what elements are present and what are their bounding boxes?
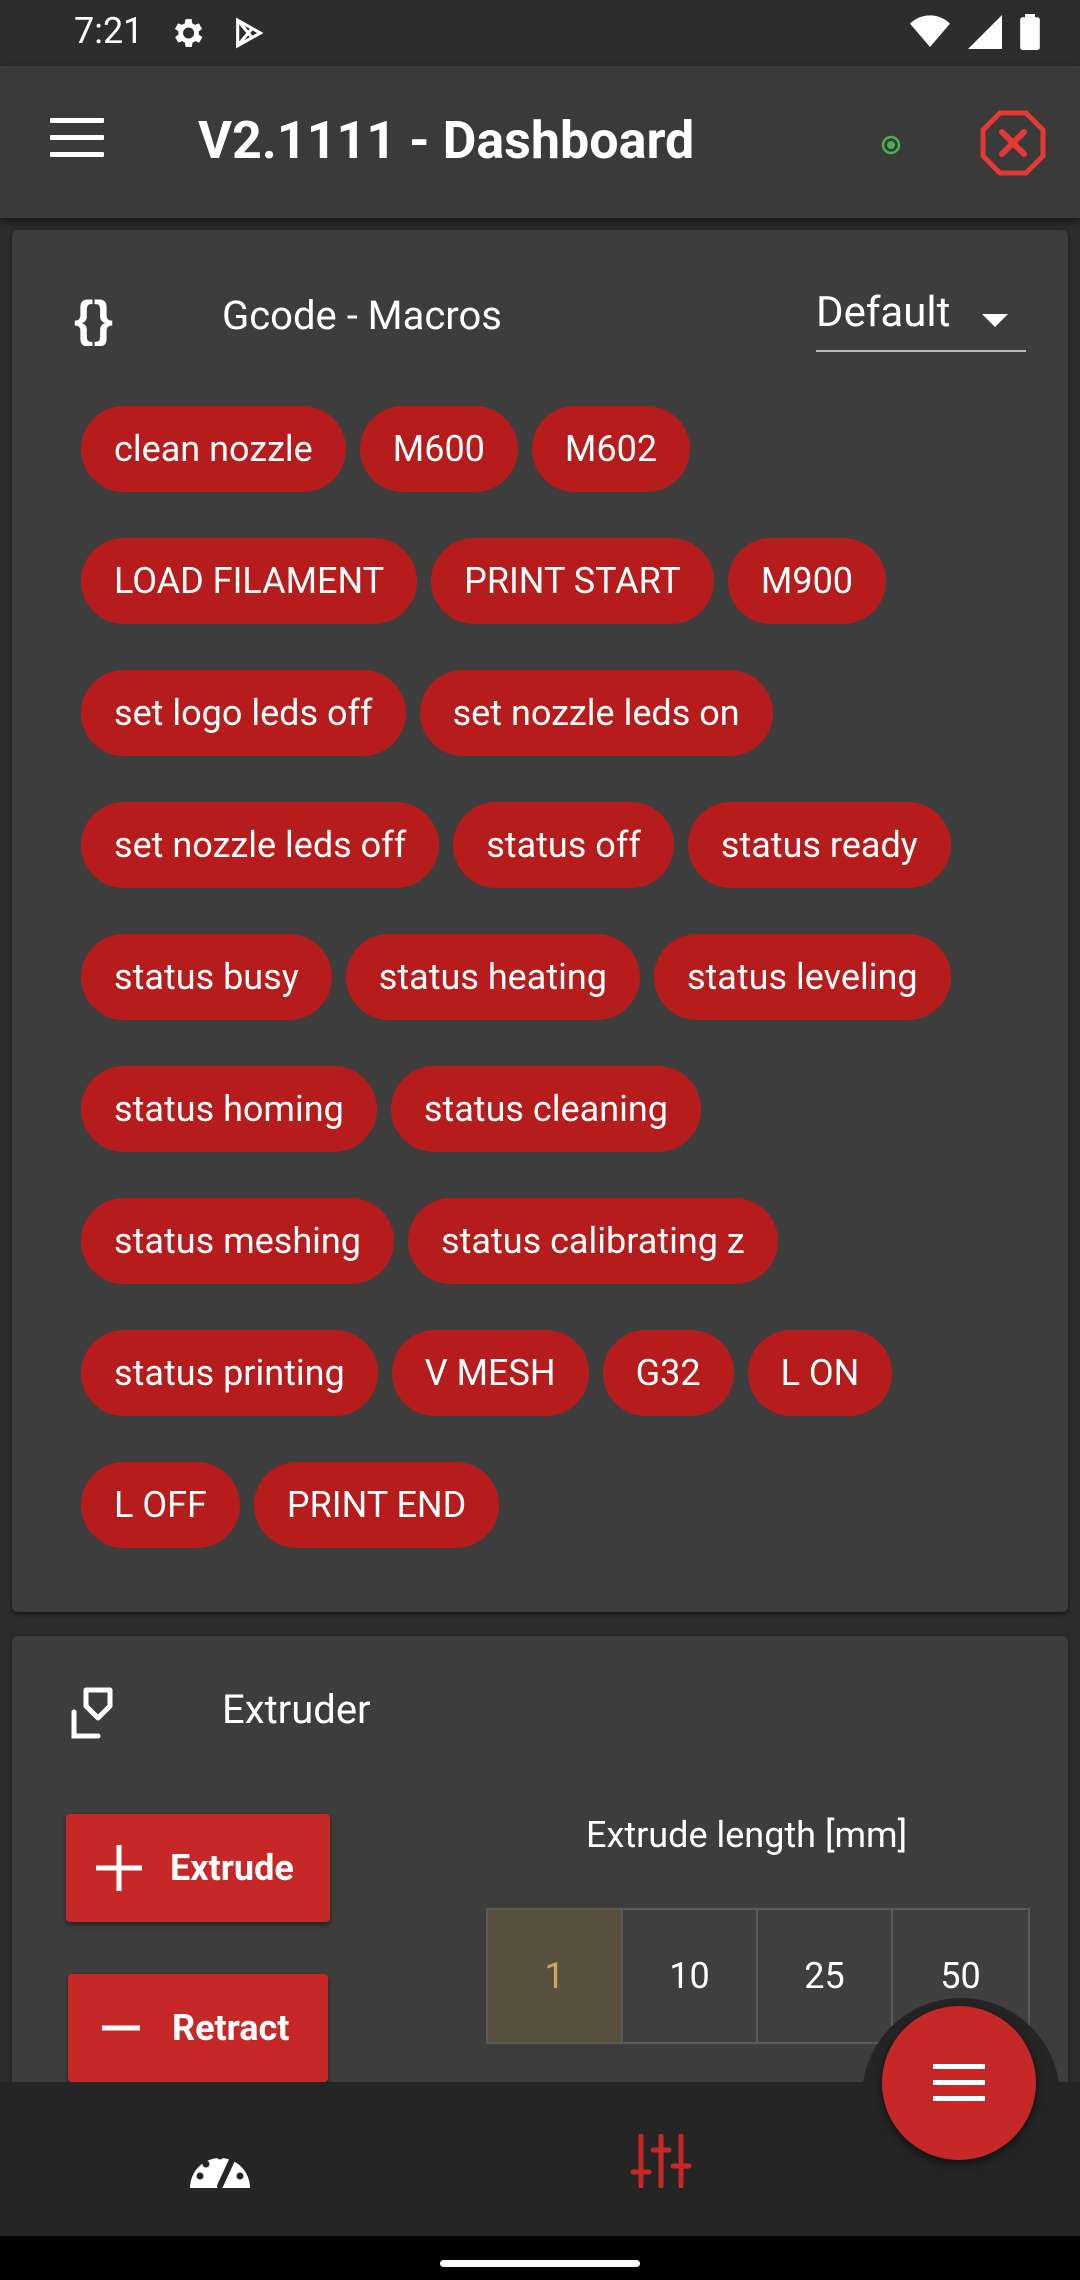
app-bar: V2.1111 - Dashboard: [0, 66, 1080, 218]
macro-chip[interactable]: PRINT END: [253, 1462, 500, 1548]
macro-chip[interactable]: status off: [453, 802, 674, 888]
svg-text:{}: {}: [74, 291, 113, 346]
retract-label: Retract: [172, 2007, 290, 2049]
macro-chip[interactable]: status leveling: [653, 934, 951, 1020]
extrude-button[interactable]: Extrude: [66, 1814, 330, 1922]
dashboard-content[interactable]: {} Gcode - Macros Default clean nozzle M6…: [0, 218, 1080, 2082]
macro-chip[interactable]: status heating: [345, 934, 640, 1020]
extrude-length-option[interactable]: 10: [623, 1910, 758, 2042]
macro-chip-row: L OFF PRINT END: [81, 1462, 1041, 1548]
macro-group-select[interactable]: Default: [816, 282, 1026, 352]
online-status-icon: [880, 134, 902, 160]
macro-group-value: Default: [816, 288, 951, 337]
play-store-icon: [232, 16, 266, 54]
macro-chip[interactable]: status busy: [81, 934, 332, 1020]
macro-chip-row: clean nozzle M600 M602: [81, 406, 1041, 492]
extrude-length-option[interactable]: 25: [758, 1910, 893, 2042]
status-time: 7:21: [74, 10, 144, 52]
status-right-icons: [910, 14, 1040, 54]
curly-braces-icon: {}: [74, 290, 126, 350]
emergency-stop-icon[interactable]: [980, 110, 1046, 180]
macro-chip-list: clean nozzle M600 M602 LOAD FILAMENT PRINT S…: [81, 406, 1041, 1594]
macro-chip[interactable]: M602: [531, 406, 691, 492]
retract-button[interactable]: Retract: [68, 1974, 328, 2082]
settings-sliders-icon[interactable]: [630, 2133, 692, 2192]
menu-icon: [933, 2080, 985, 2085]
macro-chip[interactable]: status ready: [687, 802, 951, 888]
fab-menu-button[interactable]: [882, 2006, 1036, 2160]
macros-card-title: Gcode - Macros: [222, 292, 502, 339]
macro-chip[interactable]: LOAD FILAMENT: [81, 538, 418, 624]
macro-chip[interactable]: status meshing: [81, 1198, 394, 1284]
macro-chip[interactable]: L ON: [747, 1330, 893, 1416]
macro-chip-row: LOAD FILAMENT PRINT START M900: [81, 538, 1041, 624]
macro-chip[interactable]: G32: [602, 1330, 734, 1416]
macro-chip-row: set nozzle leds off status off status read…: [81, 802, 1041, 888]
menu-icon: [933, 2096, 985, 2101]
hamburger-menu-icon[interactable]: [50, 118, 104, 158]
extrude-length-label: Extrude length [mm]: [586, 1814, 908, 1856]
dashboard-icon[interactable]: [186, 2140, 254, 2196]
macro-chip[interactable]: L OFF: [81, 1462, 240, 1548]
page-title: V2.1111 - Dashboard: [198, 110, 695, 171]
macro-chip-row: status printing V MESH G32 L ON: [81, 1330, 1041, 1416]
minus-icon: [96, 2003, 146, 2053]
macro-chip[interactable]: set nozzle leds off: [81, 802, 440, 888]
macro-chip[interactable]: set logo leds off: [81, 670, 406, 756]
macro-chip[interactable]: set nozzle leds on: [419, 670, 773, 756]
macro-chip[interactable]: status printing: [81, 1330, 378, 1416]
extrude-length-option[interactable]: 1: [488, 1910, 623, 2042]
gear-icon: [168, 14, 206, 56]
wifi-icon: [910, 14, 950, 54]
macro-chip-row: set logo leds off set nozzle leds on: [81, 670, 1041, 756]
gesture-handle[interactable]: [440, 2260, 640, 2267]
chevron-down-icon: [982, 314, 1008, 327]
gesture-navigation-area: [0, 2236, 1080, 2280]
macro-chip[interactable]: clean nozzle: [81, 406, 346, 492]
macro-chip[interactable]: V MESH: [391, 1330, 589, 1416]
macro-chip[interactable]: status calibrating z: [408, 1198, 778, 1284]
extruder-card-title: Extruder: [222, 1686, 371, 1733]
macro-chip-row: status busy status heating status leveling: [81, 934, 1041, 1020]
cellular-signal-icon: [968, 14, 1002, 54]
gcode-macros-card: {} Gcode - Macros Default clean nozzle M6…: [12, 230, 1068, 1612]
macro-chip-row: status homing status cleaning: [81, 1066, 1041, 1152]
system-status-bar: 7:21: [0, 0, 1080, 66]
macro-chip[interactable]: M900: [727, 538, 887, 624]
extrude-label: Extrude: [170, 1847, 294, 1889]
macro-chip[interactable]: M600: [359, 406, 518, 492]
macro-chip[interactable]: PRINT START: [431, 538, 714, 624]
menu-icon: [933, 2064, 985, 2069]
extruder-icon: [68, 1684, 124, 1748]
macro-chip[interactable]: status homing: [81, 1066, 377, 1152]
macro-chip-row: status meshing status calibrating z: [81, 1198, 1041, 1284]
plus-icon: [94, 1843, 144, 1893]
macro-chip[interactable]: status cleaning: [390, 1066, 701, 1152]
battery-icon: [1020, 14, 1040, 54]
